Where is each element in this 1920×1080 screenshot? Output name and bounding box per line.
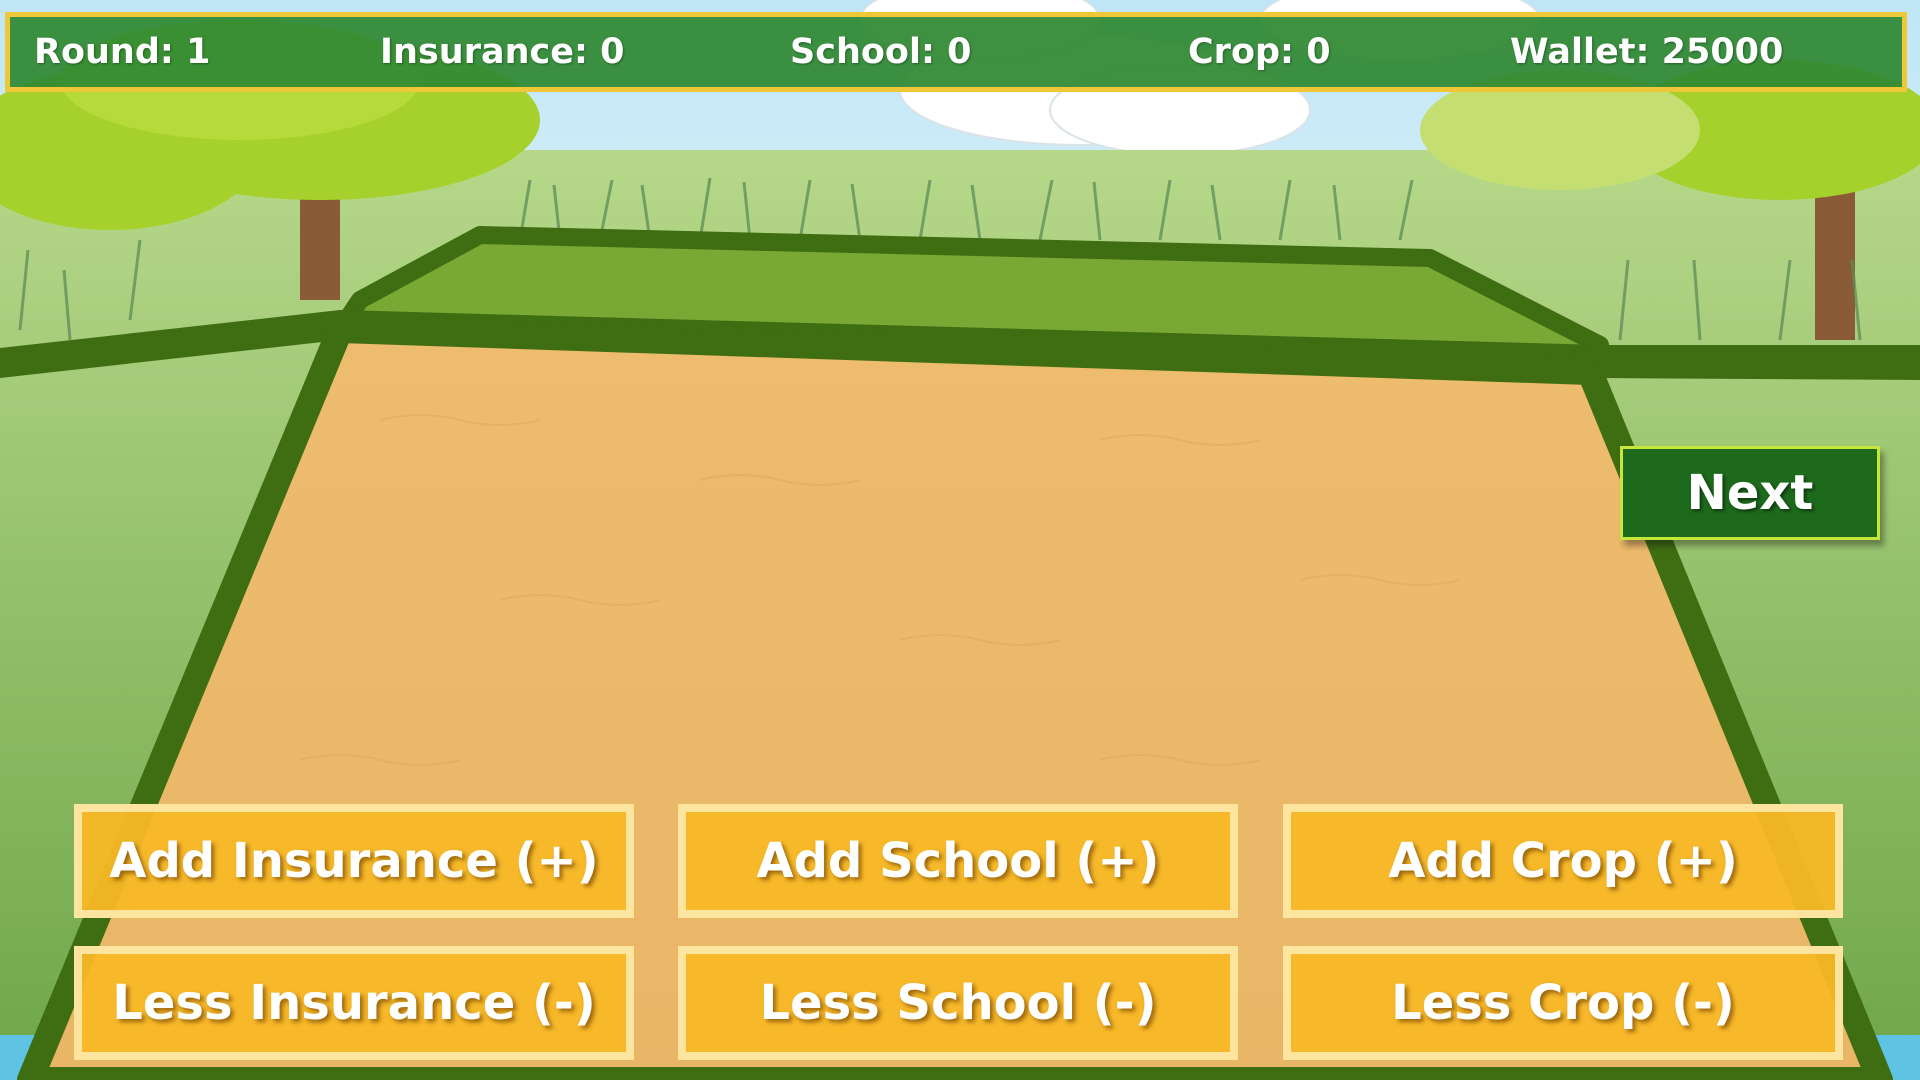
game-stage: Round: 1 Insurance: 0 School: 0 Crop: 0 …: [0, 0, 1920, 1080]
less-crop-button[interactable]: Less Crop (-): [1283, 946, 1843, 1060]
farm-scene: [0, 0, 1920, 1080]
school-count: School: 0: [790, 32, 972, 72]
next-button[interactable]: Next: [1620, 446, 1880, 540]
less-school-button[interactable]: Less School (-): [678, 946, 1238, 1060]
add-school-button[interactable]: Add School (+): [678, 804, 1238, 918]
less-insurance-button[interactable]: Less Insurance (-): [74, 946, 634, 1060]
crop-count: Crop: 0: [1188, 32, 1331, 72]
add-insurance-button[interactable]: Add Insurance (+): [74, 804, 634, 918]
add-crop-button[interactable]: Add Crop (+): [1283, 804, 1843, 918]
status-bar: Round: 1 Insurance: 0 School: 0 Crop: 0 …: [5, 12, 1907, 92]
round-label: Round: 1: [34, 32, 211, 72]
wallet-balance: Wallet: 25000: [1510, 32, 1784, 72]
insurance-count: Insurance: 0: [380, 32, 625, 72]
